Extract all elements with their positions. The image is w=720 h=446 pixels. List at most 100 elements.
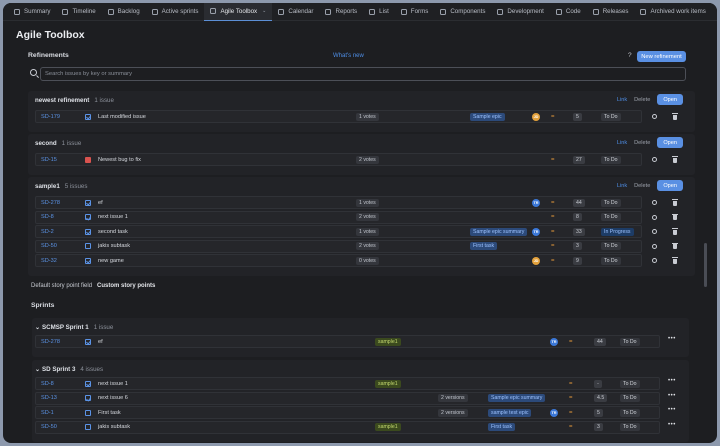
more-actions-button[interactable]: ••• [668, 422, 676, 428]
trash-icon[interactable] [672, 156, 678, 163]
whats-new-link[interactable]: What's new [333, 53, 364, 59]
issue-key[interactable]: SD-50 [41, 243, 57, 249]
sprint-title[interactable]: ⌄ SCMSP Sprint 1 1 issue [35, 324, 113, 331]
new-refinement-button[interactable]: New refinement [637, 51, 686, 62]
tab-more[interactable]: More3 [712, 3, 717, 21]
issue-key[interactable]: SD-50 [41, 424, 57, 430]
settings-icon[interactable] [652, 214, 657, 220]
story-points[interactable]: 44 [573, 198, 585, 207]
status-badge[interactable]: To Do [620, 408, 640, 417]
tab-code[interactable]: Code [550, 3, 587, 21]
delete-button[interactable]: Delete [634, 97, 650, 103]
trash-icon[interactable] [672, 228, 678, 235]
link-button[interactable]: Link [617, 97, 627, 103]
status-badge[interactable]: To Do [601, 198, 621, 207]
trash-icon[interactable] [672, 199, 678, 206]
status-badge[interactable]: To Do [620, 394, 640, 403]
issue-key[interactable]: SD-278 [41, 339, 60, 345]
story-points[interactable]: 27 [573, 155, 585, 164]
status-badge[interactable]: To Do [601, 213, 621, 222]
status-badge[interactable]: To Do [601, 256, 621, 265]
tab-calendar[interactable]: Calendar [272, 3, 319, 21]
tab-releases[interactable]: Releases [587, 3, 635, 21]
issue-row[interactable]: SD-278 ef 1 votes TR = 44 To Do [35, 196, 642, 209]
story-point-field-value[interactable]: Custom story points [97, 283, 155, 289]
trash-icon[interactable] [672, 257, 678, 264]
open-button[interactable]: Open [657, 180, 683, 191]
issue-key[interactable]: SD-2 [41, 229, 54, 235]
issue-key[interactable]: SD-179 [41, 114, 60, 120]
delete-button[interactable]: Delete [634, 183, 650, 189]
tab-components[interactable]: Components [434, 3, 491, 21]
link-button[interactable]: Link [617, 183, 627, 189]
story-points[interactable]: 4.5 [594, 394, 608, 403]
status-badge[interactable]: To Do [620, 337, 640, 346]
more-actions-button[interactable]: ••• [668, 393, 676, 399]
story-points[interactable]: - [594, 379, 602, 388]
story-points[interactable]: 44 [594, 337, 606, 346]
more-actions-button[interactable]: ••• [668, 336, 676, 342]
status-badge[interactable]: To Do [601, 112, 621, 121]
search-input[interactable]: Search issues by key or summary [40, 67, 686, 81]
sprint-title[interactable]: ⌄ SD Sprint 3 4 issues [35, 366, 103, 373]
story-points[interactable]: 8 [573, 213, 582, 222]
issue-key[interactable]: SD-8 [41, 381, 54, 387]
sprint-issue-row[interactable]: SD-278 ef sample1 TR = 44 To Do [35, 335, 660, 348]
sprint-issue-row[interactable]: SD-13 next issue 6 2 versions Sample epic s… [35, 391, 660, 405]
story-points[interactable]: 9 [573, 256, 582, 265]
settings-icon[interactable] [652, 157, 657, 162]
issue-key[interactable]: SD-13 [41, 395, 57, 401]
trash-icon[interactable] [672, 242, 678, 250]
issue-key[interactable]: SD-8 [41, 214, 54, 220]
story-points[interactable]: 3 [594, 423, 603, 432]
issue-row[interactable]: SD-8 next issue 1 2 votes = 8 To Do [35, 210, 642, 224]
issue-row[interactable]: SD-32 new game 0 votes JD = 9 To Do [35, 254, 642, 268]
status-badge[interactable]: To Do [620, 423, 640, 432]
help-icon[interactable]: ? [628, 52, 632, 59]
trash-icon[interactable] [672, 113, 678, 120]
scrollbar[interactable] [704, 243, 707, 287]
chevron-down-icon[interactable]: ⌄ [262, 8, 266, 14]
trash-icon[interactable] [672, 213, 678, 221]
story-points[interactable]: 3 [573, 242, 582, 251]
link-button[interactable]: Link [617, 140, 627, 146]
issue-key[interactable]: SD-1 [41, 410, 54, 416]
tab-backlog[interactable]: Backlog [102, 3, 146, 21]
sprint-issue-row[interactable]: SD-8 next issue 1 sample1 = - To Do [35, 377, 660, 390]
tab-agile-toolbox[interactable]: Agile Toolbox ⌄ [204, 3, 273, 21]
open-button[interactable]: Open [657, 137, 683, 148]
story-points[interactable]: 33 [573, 227, 585, 236]
tab-reports[interactable]: Reports [319, 3, 363, 21]
sprint-issue-row[interactable]: SD-50 jakis subtask sample1 First task = 3 To … [35, 420, 660, 434]
status-badge[interactable]: To Do [601, 155, 621, 164]
status-badge[interactable]: In Progress [601, 227, 634, 236]
settings-icon[interactable] [652, 200, 657, 205]
tab-active-sprints[interactable]: Active sprints [146, 3, 205, 21]
settings-icon[interactable] [652, 114, 657, 119]
issue-row[interactable]: SD-179 Last modified issue 1 votes Sample e… [35, 110, 642, 123]
settings-icon[interactable] [652, 243, 657, 249]
status-badge[interactable]: To Do [601, 242, 621, 251]
delete-button[interactable]: Delete [634, 140, 650, 146]
issue-row[interactable]: SD-15 Newest bug to fix 2 votes = 27 To Do [35, 153, 642, 166]
chevron-down-icon[interactable]: ⌄ [35, 367, 40, 373]
tab-summary[interactable]: Summary [8, 3, 56, 21]
tab-archived-work-items[interactable]: Archived work items [634, 3, 711, 21]
issue-row[interactable]: SD-2 second task 1 votes Sample epic summar… [35, 225, 642, 239]
issue-key[interactable]: SD-15 [41, 157, 57, 163]
tab-development[interactable]: Development [491, 3, 549, 21]
story-points[interactable]: 5 [594, 408, 603, 417]
more-actions-button[interactable]: ••• [668, 407, 676, 413]
issue-row[interactable]: SD-50 jakis subtask 2 votes First task = 3 To … [35, 239, 642, 253]
open-button[interactable]: Open [657, 94, 683, 105]
status-badge[interactable]: To Do [620, 379, 640, 388]
tab-forms[interactable]: Forms [395, 3, 435, 21]
issue-key[interactable]: SD-32 [41, 258, 57, 264]
tab-list[interactable]: List [363, 3, 395, 21]
issue-key[interactable]: SD-278 [41, 200, 60, 206]
story-points[interactable]: 5 [573, 112, 582, 121]
chevron-down-icon[interactable]: ⌄ [35, 325, 40, 331]
more-actions-button[interactable]: ••• [668, 378, 676, 384]
sprint-issue-row[interactable]: SD-1 First task 2 versions sample test epic… [35, 406, 660, 420]
tab-timeline[interactable]: Timeline [56, 3, 101, 21]
